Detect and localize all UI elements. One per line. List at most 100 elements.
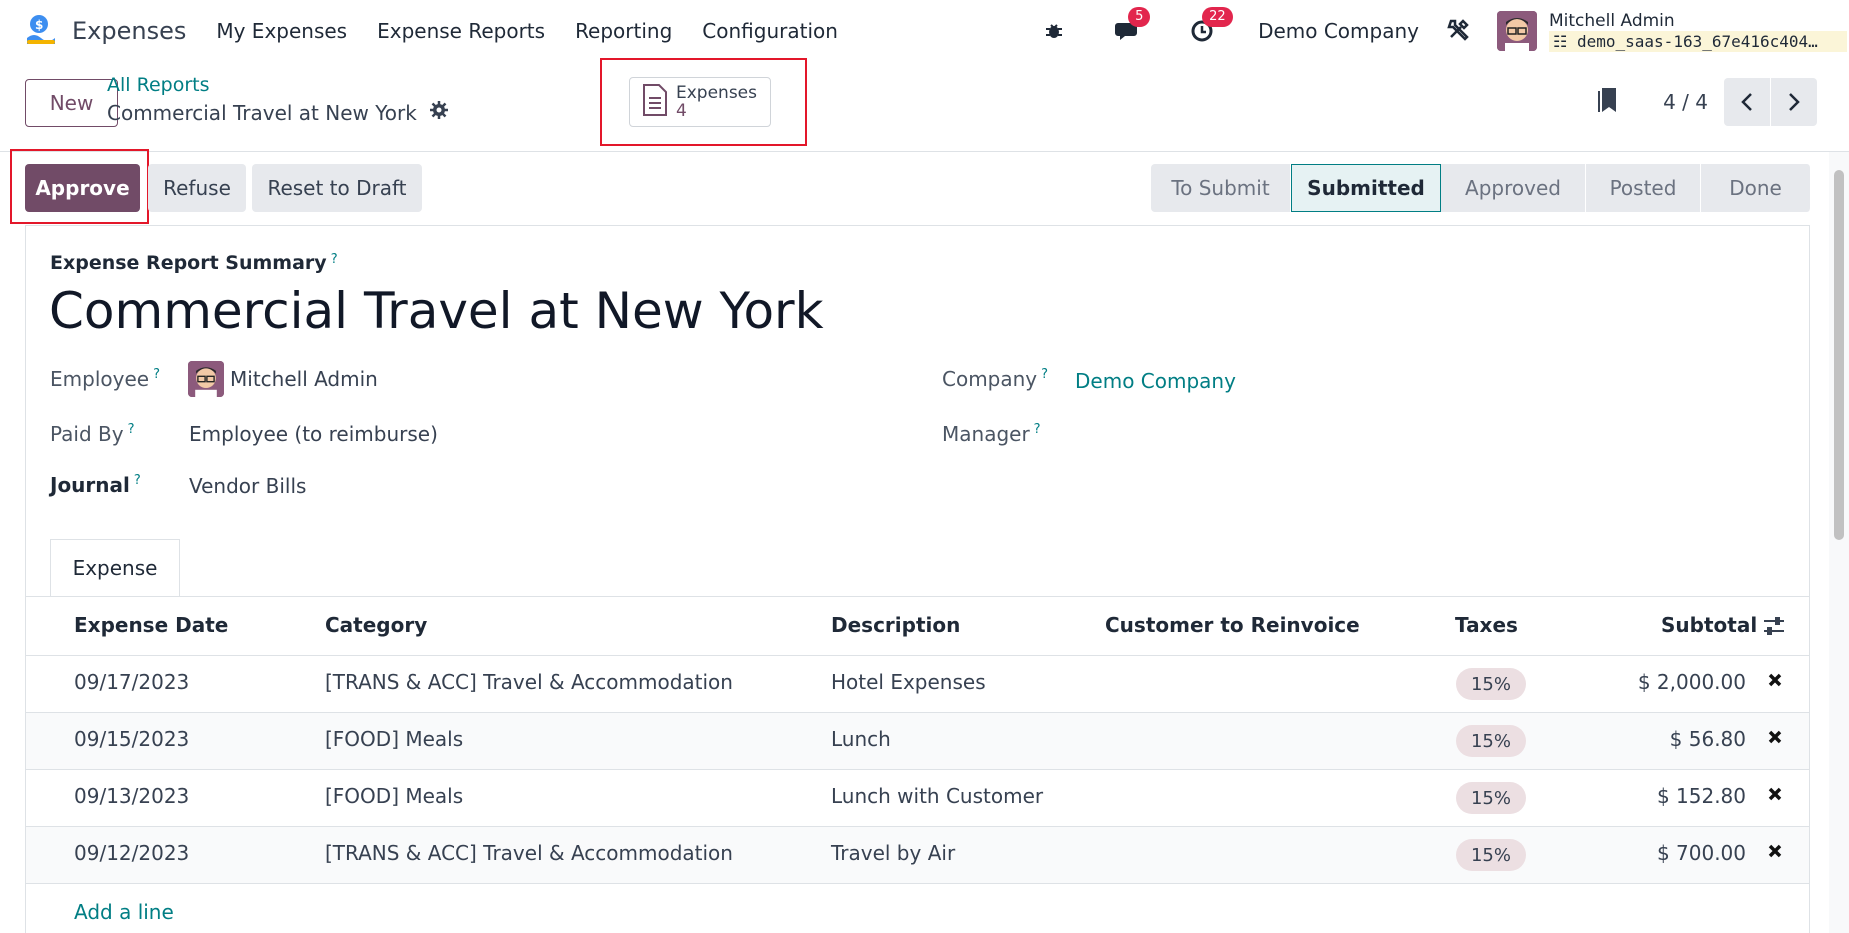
pager: 4 / 4 xyxy=(1597,78,1817,126)
expenses-smart-button[interactable]: Expenses 4 xyxy=(629,77,771,127)
cell-date: 09/13/2023 xyxy=(74,784,190,808)
activities-icon[interactable]: 22 xyxy=(1184,7,1233,49)
table-row[interactable]: 09/15/2023 [FOOD] Meals Lunch 15% $ 56.8… xyxy=(26,712,1809,769)
svg-text:$: $ xyxy=(35,18,43,32)
cell-category: [TRANS & ACC] Travel & Accommodation xyxy=(325,670,733,694)
paid-by-field[interactable]: Employee (to reimburse) xyxy=(189,422,438,446)
employee-value: Mitchell Admin xyxy=(230,367,378,391)
manager-label-text: Manager xyxy=(942,422,1030,446)
delete-row-icon[interactable] xyxy=(1767,672,1783,692)
pager-previous-button[interactable] xyxy=(1724,78,1770,126)
company-switcher[interactable]: Demo Company xyxy=(1258,19,1419,43)
messages-icon[interactable]: 5 xyxy=(1110,7,1151,49)
cell-description: Hotel Expenses xyxy=(831,670,986,694)
expenses-app-icon: $ xyxy=(24,14,58,48)
employee-label-text: Employee xyxy=(50,367,150,391)
paid-by-label-text: Paid By xyxy=(50,422,124,446)
database-icon: ☷ xyxy=(1553,31,1577,51)
menu-configuration[interactable]: Configuration xyxy=(702,19,838,43)
tools-icon[interactable] xyxy=(1447,17,1471,45)
status-bar: Approve Refuse Reset to Draft To Submit … xyxy=(0,149,1849,224)
column-customer-to-reinvoice[interactable]: Customer to Reinvoice xyxy=(1105,613,1360,637)
column-expense-date[interactable]: Expense Date xyxy=(74,613,228,637)
systray: 5 22 Demo Company Mitchell Admin ☷ demo_… xyxy=(1036,0,1849,62)
menu-my-expenses[interactable]: My Expenses xyxy=(216,19,347,43)
column-settings-icon[interactable] xyxy=(1762,615,1786,641)
menu-expense-reports[interactable]: Expense Reports xyxy=(377,19,545,43)
journal-field[interactable]: Vendor Bills xyxy=(189,474,306,498)
cell-category: [TRANS & ACC] Travel & Accommodation xyxy=(325,841,733,865)
breadcrumb-current-label: Commercial Travel at New York xyxy=(107,100,417,125)
document-icon xyxy=(642,84,668,120)
reset-to-draft-button[interactable]: Reset to Draft xyxy=(252,164,422,212)
tax-badge: 15% xyxy=(1456,839,1526,871)
debug-icon[interactable] xyxy=(1036,13,1072,49)
cell-subtotal: $ 2,000.00 xyxy=(1637,670,1746,694)
table-row[interactable]: 09/17/2023 [TRANS & ACC] Travel & Accomm… xyxy=(26,655,1809,712)
help-tooltip[interactable]: ? xyxy=(1034,422,1041,437)
cell-subtotal: $ 56.80 xyxy=(1669,727,1746,751)
stage-posted[interactable]: Posted xyxy=(1586,164,1701,212)
cell-subtotal: $ 700.00 xyxy=(1656,841,1746,865)
summary-label-text: Expense Report Summary xyxy=(50,252,327,274)
chevron-left-icon xyxy=(1741,93,1752,111)
help-tooltip[interactable]: ? xyxy=(153,367,160,382)
scrollbar-thumb[interactable] xyxy=(1834,170,1844,540)
breadcrumb-current: Commercial Travel at New York xyxy=(107,100,449,125)
menu-reporting[interactable]: Reporting xyxy=(575,19,672,43)
company-label-text: Company xyxy=(942,367,1038,391)
tab-expense[interactable]: Expense xyxy=(50,539,180,597)
stage-pipeline: To Submit Submitted Approved Posted Done xyxy=(1151,164,1811,212)
user-name: Mitchell Admin xyxy=(1549,10,1675,31)
app-brand[interactable]: $ Expenses xyxy=(24,14,216,48)
breadcrumb: All Reports Commercial Travel at New Yor… xyxy=(107,74,449,125)
cell-description: Lunch with Customer xyxy=(831,784,1044,808)
table-footer-divider xyxy=(26,883,1809,884)
chevron-right-icon xyxy=(1789,93,1800,111)
help-tooltip[interactable]: ? xyxy=(134,473,141,488)
help-tooltip[interactable]: ? xyxy=(1041,367,1048,382)
messages-badge: 5 xyxy=(1128,7,1151,27)
employee-field[interactable]: Mitchell Admin xyxy=(188,361,378,397)
cell-subtotal: $ 152.80 xyxy=(1656,784,1746,808)
new-button[interactable]: New xyxy=(25,79,118,127)
pager-next-button[interactable] xyxy=(1771,78,1817,126)
bookmark-icon[interactable] xyxy=(1597,86,1619,118)
refuse-button[interactable]: Refuse xyxy=(148,164,246,212)
cell-category: [FOOD] Meals xyxy=(325,784,464,808)
user-menu[interactable]: Mitchell Admin ☷ demo_saas-163_67e416c40… xyxy=(1549,11,1849,52)
stage-done[interactable]: Done xyxy=(1701,164,1811,212)
table-row[interactable]: 09/12/2023 [TRANS & ACC] Travel & Accomm… xyxy=(26,826,1809,883)
cell-date: 09/12/2023 xyxy=(74,841,190,865)
journal-label-text: Journal xyxy=(50,473,130,497)
table-row[interactable]: 09/13/2023 [FOOD] Meals Lunch with Custo… xyxy=(26,769,1809,826)
column-subtotal[interactable]: Subtotal xyxy=(1661,613,1757,637)
company-field[interactable]: Demo Company xyxy=(1075,369,1236,393)
stage-approved[interactable]: Approved xyxy=(1441,164,1586,212)
stage-to-submit[interactable]: To Submit xyxy=(1151,164,1291,212)
stage-submitted[interactable]: Submitted xyxy=(1291,164,1441,212)
summary-label: Expense Report Summary? xyxy=(50,252,338,274)
delete-row-icon[interactable] xyxy=(1767,843,1783,863)
tax-badge: 15% xyxy=(1456,668,1526,700)
cell-description: Lunch xyxy=(831,727,891,751)
main-menu: My Expenses Expense Reports Reporting Co… xyxy=(216,19,868,43)
add-a-line-link[interactable]: Add a line xyxy=(74,900,174,924)
breadcrumb-all-reports[interactable]: All Reports xyxy=(107,74,449,96)
scrollbar[interactable] xyxy=(1829,152,1849,933)
report-title[interactable]: Commercial Travel at New York xyxy=(49,282,824,340)
pager-value[interactable]: 4 / 4 xyxy=(1663,90,1708,114)
help-tooltip[interactable]: ? xyxy=(128,422,135,437)
column-description[interactable]: Description xyxy=(831,613,960,637)
paid-by-label: Paid By? xyxy=(50,422,135,446)
delete-row-icon[interactable] xyxy=(1767,729,1783,749)
gear-icon[interactable] xyxy=(429,100,449,125)
help-tooltip[interactable]: ? xyxy=(331,252,338,267)
cell-category: [FOOD] Meals xyxy=(325,727,464,751)
column-taxes[interactable]: Taxes xyxy=(1455,613,1518,637)
delete-row-icon[interactable] xyxy=(1767,786,1783,806)
column-category[interactable]: Category xyxy=(325,613,427,637)
user-avatar[interactable] xyxy=(1497,11,1537,51)
approve-button[interactable]: Approve xyxy=(25,164,140,212)
app-name: Expenses xyxy=(72,17,187,45)
